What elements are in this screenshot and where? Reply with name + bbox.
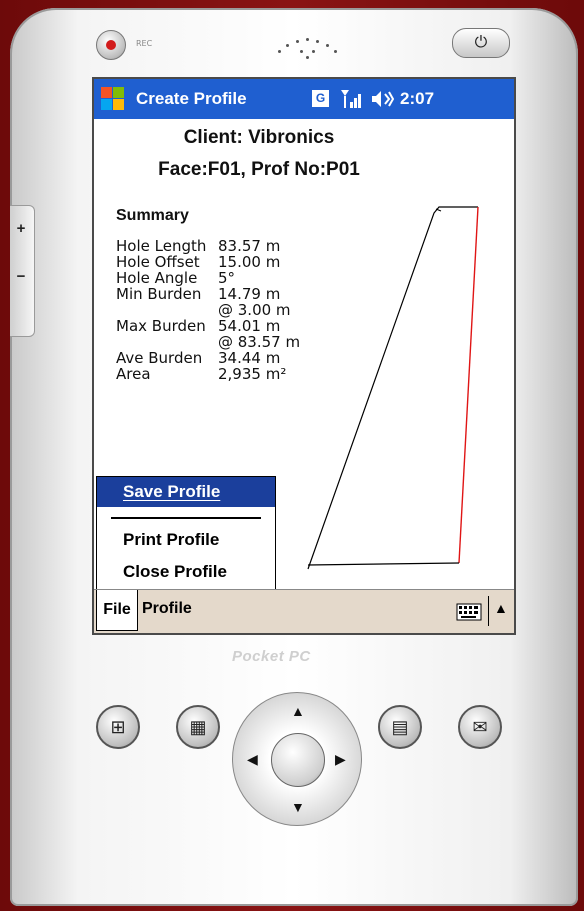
summary-value: 2,935 m² (218, 365, 287, 383)
start-hardware-button[interactable]: ⊞ (96, 705, 140, 749)
client-name: Client: Vibronics (183, 127, 335, 148)
summary-value: @ 83.57 m (218, 333, 301, 351)
summary-value: 15.00 m (218, 253, 281, 271)
summary-label: Max Burden (116, 317, 206, 335)
face-profile-line (307, 206, 478, 570)
power-icon: ⏻ (474, 34, 488, 51)
nav-down-icon[interactable]: ▼ (291, 799, 305, 815)
menu-item-close-profile[interactable]: Close Profile (97, 557, 275, 587)
file-popup-menu: Save Profile Print Profile Close Profile (96, 476, 276, 590)
sip-arrow-icon[interactable]: ▲ (494, 600, 508, 616)
nav-right-icon[interactable]: ▶ (335, 751, 346, 768)
power-button[interactable]: ⏻ (452, 28, 510, 58)
keyboard-icon[interactable] (456, 603, 482, 621)
menu-bar: File Profile ▲ (94, 589, 514, 633)
summary-label: Hole Offset (116, 253, 200, 271)
contacts-hardware-button[interactable]: ▤ (378, 705, 422, 749)
windows-start-icon[interactable] (100, 86, 126, 112)
clock[interactable]: 2:07 (400, 89, 434, 109)
title-bar: Create Profile G 2:07 (94, 79, 514, 119)
nav-up-icon[interactable]: ▲ (291, 703, 305, 719)
contacts-icon: ▤ (391, 717, 409, 737)
summary-label: Hole Length (116, 237, 207, 255)
summary-label: Ave Burden (116, 349, 203, 367)
action-button[interactable] (271, 733, 325, 787)
navigation-pad[interactable]: ▲ ▼ ◀ ▶ (232, 692, 362, 826)
record-icon (106, 40, 116, 50)
speaker-grille-icon (266, 26, 350, 66)
nav-left-icon[interactable]: ◀ (247, 751, 258, 768)
volume-up-button[interactable]: + (12, 220, 30, 237)
face-profile-number: Face:F01, Prof No:P01 (158, 159, 360, 180)
messaging-hardware-button[interactable]: ✉ (458, 705, 502, 749)
mail-icon: ✉ (472, 717, 488, 737)
windows-flag-icon: ⊞ (110, 717, 126, 737)
gprs-icon[interactable]: G (312, 90, 329, 107)
menu-file[interactable]: File (96, 590, 138, 631)
baseline (307, 562, 460, 566)
summary-value: @ 3.00 m (218, 301, 291, 319)
menu-profile[interactable]: Profile (142, 600, 192, 618)
record-button[interactable] (96, 30, 126, 60)
menu-separator (111, 517, 261, 519)
summary-heading: Summary (116, 207, 189, 224)
volume-icon[interactable] (370, 88, 394, 110)
record-label: REC (136, 39, 153, 48)
signal-strength-icon[interactable] (340, 88, 362, 110)
summary-value: 14.79 m (218, 285, 281, 303)
summary-value: 83.57 m (218, 237, 281, 255)
summary-label: Min Burden (116, 285, 202, 303)
summary-label: Area (116, 365, 151, 383)
app-title: Create Profile (136, 89, 247, 108)
summary-value: 54.01 m (218, 317, 281, 335)
calendar-hardware-button[interactable]: ▦ (176, 705, 220, 749)
volume-down-button[interactable]: − (12, 268, 30, 285)
menu-item-print-profile[interactable]: Print Profile (97, 525, 275, 555)
menubar-separator (488, 596, 489, 626)
hole-line (458, 206, 479, 564)
summary-label: Hole Angle (116, 269, 198, 287)
menu-item-save-profile[interactable]: Save Profile (97, 477, 275, 507)
summary-value: 5° (218, 269, 236, 287)
device-screen: Create Profile G 2:07 Client: Vibronics … (92, 77, 516, 635)
summary-value: 34.44 m (218, 349, 281, 367)
blast-profile-drawing (307, 206, 479, 570)
pocket-pc-logo: Pocket PC (232, 648, 311, 665)
calendar-icon: ▦ (189, 717, 207, 737)
